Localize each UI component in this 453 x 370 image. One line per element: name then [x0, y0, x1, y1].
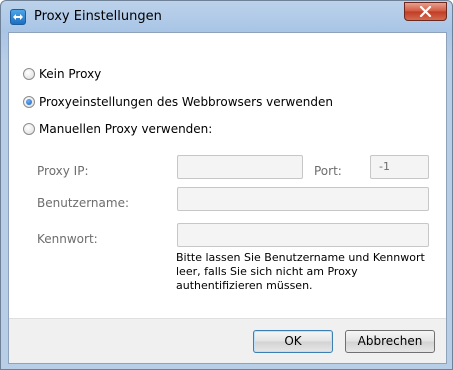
- cancel-button[interactable]: Abbrechen: [345, 330, 435, 353]
- window-title: Proxy Einstellungen: [34, 9, 162, 24]
- port-field[interactable]: -1: [370, 155, 429, 179]
- dialog-footer: OK Abbrechen: [9, 318, 446, 363]
- username-label: Benutzername:: [37, 196, 130, 210]
- radio-manual-proxy-label: Manuellen Proxy verwenden:: [39, 122, 213, 136]
- ok-button[interactable]: OK: [253, 330, 333, 353]
- radio-browser-proxy[interactable]: Proxyeinstellungen des Webbrowsers verwe…: [23, 94, 333, 110]
- password-field[interactable]: [177, 223, 429, 247]
- title-bar: Proxy Einstellungen: [1, 1, 452, 33]
- radio-no-proxy[interactable]: Kein Proxy: [23, 66, 101, 82]
- radio-browser-proxy-label: Proxyeinstellungen des Webbrowsers verwe…: [39, 95, 333, 109]
- close-button[interactable]: [404, 2, 447, 21]
- dialog-content: Kein Proxy Proxyeinstellungen des Webbro…: [8, 32, 447, 364]
- proxy-ip-field[interactable]: [177, 155, 303, 179]
- radio-manual-proxy[interactable]: Manuellen Proxy verwenden:: [23, 121, 212, 137]
- port-value: -1: [379, 160, 390, 173]
- radio-manual-proxy-input[interactable]: [23, 123, 35, 135]
- proxy-ip-label: Proxy IP:: [37, 164, 89, 178]
- proxy-settings-window: Proxy Einstellungen Kein Proxy Proxyeins…: [0, 0, 453, 370]
- username-field[interactable]: [177, 187, 429, 211]
- teamviewer-icon: [10, 9, 26, 25]
- radio-no-proxy-label: Kein Proxy: [39, 67, 102, 81]
- close-icon: [419, 6, 432, 17]
- radio-browser-proxy-input[interactable]: [23, 96, 35, 108]
- credentials-note: Bitte lassen Sie Benutzername und Kennwo…: [176, 251, 425, 292]
- port-label: Port:: [314, 164, 342, 178]
- radio-no-proxy-input[interactable]: [23, 68, 35, 80]
- password-label: Kennwort:: [37, 232, 98, 246]
